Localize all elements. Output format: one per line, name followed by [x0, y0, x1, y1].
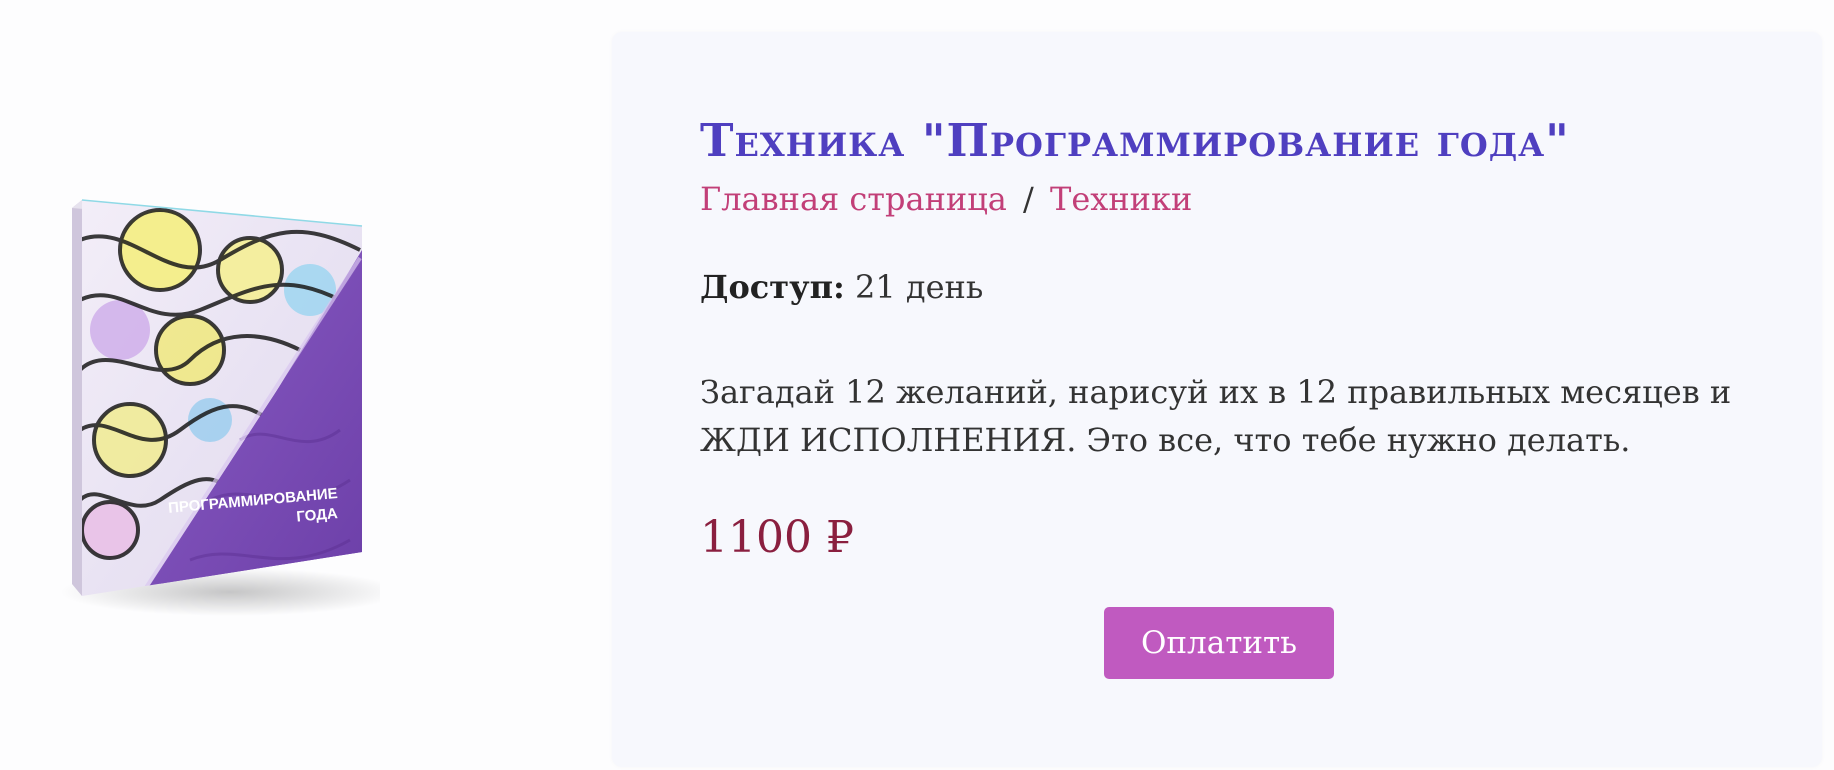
box-label-line2: ГОДА [296, 505, 339, 526]
product-page: ПРОГРАММИРОВАНИЕ ГОДА Техника "Программи… [0, 0, 1834, 770]
breadcrumb: Главная страница / Техники [700, 180, 1192, 218]
breadcrumb-separator: / [1023, 180, 1034, 218]
pay-button[interactable]: Оплатить [1104, 607, 1334, 679]
product-box-image: ПРОГРАММИРОВАНИЕ ГОДА [40, 180, 380, 620]
product-description: Загадай 12 желаний, нарисуй их в 12 прав… [700, 373, 1732, 459]
breadcrumb-section-link[interactable]: Техники [1050, 180, 1192, 218]
product-price: 1100 ₽ [700, 512, 854, 563]
breadcrumb-home-link[interactable]: Главная страница [700, 180, 1007, 218]
page-title: Техника "Программирование года" [700, 114, 1570, 167]
access-label: Доступ: [700, 268, 845, 306]
product-info-card: Техника "Программирование года" Главная … [612, 32, 1822, 767]
access-value: 21 день [855, 268, 984, 306]
access-info: Доступ: 21 день [700, 268, 983, 306]
